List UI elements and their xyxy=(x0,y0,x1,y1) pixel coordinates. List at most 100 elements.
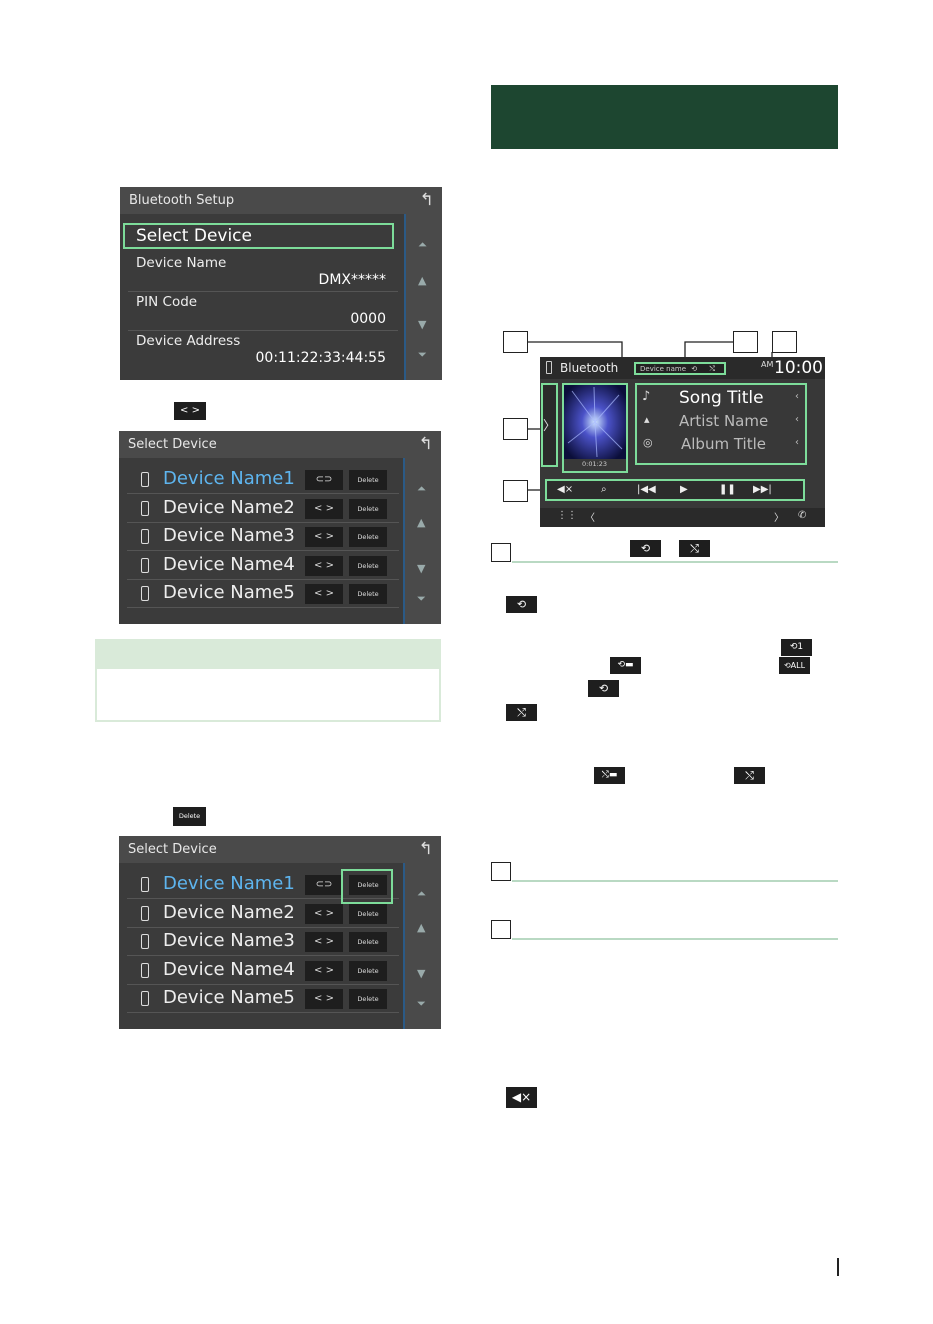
phone-icon xyxy=(141,500,149,516)
delete-button[interactable]: Delete xyxy=(349,903,387,924)
phone-icon xyxy=(141,557,149,573)
mute-icon[interactable]: ◀× xyxy=(557,484,573,495)
delete-button[interactable]: Delete xyxy=(349,584,387,604)
delete-button[interactable]: Delete xyxy=(349,470,387,490)
scrollbar[interactable]: ⏶ ▲ ▼ ⏷ xyxy=(403,458,441,624)
phone-icon xyxy=(141,529,149,544)
album-art-frame: 0:01:23 xyxy=(562,383,628,473)
scroll-bottom-icon[interactable]: ⏷ xyxy=(417,592,426,606)
page-number-rule xyxy=(837,1258,839,1276)
device-row[interactable]: Device Name4 < > Delete xyxy=(127,957,399,985)
device-chip-label: Device name xyxy=(640,365,687,373)
previous-icon[interactable]: |◀◀ xyxy=(637,484,656,495)
scroll-down-icon[interactable]: ▼ xyxy=(417,562,425,575)
connect-button[interactable]: < > xyxy=(305,989,343,1009)
phone-icon xyxy=(141,962,149,978)
scroll-bottom-icon[interactable]: ⏷ xyxy=(418,348,427,362)
back-icon[interactable]: ↰ xyxy=(420,191,434,209)
phone-icon xyxy=(141,472,149,487)
connected-icon[interactable]: ⊂⊃ xyxy=(305,470,343,490)
device-name[interactable]: Device Name5 xyxy=(163,987,295,1008)
search-icon[interactable]: ⌕ xyxy=(601,484,607,495)
delete-button[interactable]: Delete xyxy=(349,498,387,519)
pause-icon[interactable]: ❚❚ xyxy=(719,484,736,495)
pin-code-item[interactable]: PIN Code 0000 xyxy=(128,292,398,331)
device-row[interactable]: Device Name3 < > Delete xyxy=(127,928,399,956)
device-row[interactable]: Device Name5 < > Delete xyxy=(127,985,399,1013)
delete-button[interactable]: Delete xyxy=(349,527,387,547)
pin-code-label: PIN Code xyxy=(136,294,198,310)
device-row[interactable]: Device Name2 < > Delete xyxy=(127,495,399,523)
scroll-up-icon[interactable]: ▲ xyxy=(418,274,426,287)
grid-icon[interactable]: ⋮⋮ xyxy=(557,510,577,521)
device-name[interactable]: Device Name5 xyxy=(163,582,295,603)
device-name-item[interactable]: Device Name DMX***** xyxy=(128,253,398,292)
device-name[interactable]: Device Name4 xyxy=(163,959,295,980)
scroll-top-icon[interactable]: ⏶ xyxy=(418,238,427,252)
device-name-chip[interactable]: Device name ⟲ ⤭ xyxy=(634,362,726,375)
chevron-left-icon[interactable]: ‹ xyxy=(795,437,799,448)
connect-button[interactable]: < > xyxy=(305,932,343,952)
device-row[interactable]: Device Name1 ⊂⊃ Delete xyxy=(127,466,399,494)
phone-call-icon[interactable]: ✆ xyxy=(798,510,806,521)
connect-button[interactable]: < > xyxy=(305,498,343,519)
delete-button[interactable]: Delete xyxy=(349,932,387,952)
play-icon[interactable]: ▶ xyxy=(680,484,688,495)
connect-button[interactable]: < > xyxy=(305,555,343,576)
chevron-left-icon[interactable]: ‹ xyxy=(795,391,799,402)
scroll-bottom-icon[interactable]: ⏷ xyxy=(417,997,426,1011)
device-row[interactable]: Device Name5 < > Delete xyxy=(127,580,399,608)
back-icon[interactable]: ↰ xyxy=(419,435,433,453)
phone-icon xyxy=(546,361,552,374)
bottom-bar: ⋮⋮ 〈 〉 ✆ xyxy=(540,508,825,527)
scroll-top-icon[interactable]: ⏶ xyxy=(417,887,426,901)
device-row[interactable]: Device Name3 < > Delete xyxy=(127,523,399,551)
back-icon[interactable]: ↰ xyxy=(419,840,433,858)
album-art xyxy=(564,385,626,459)
shuffle-folder-icon: ⤭▬ xyxy=(594,767,625,784)
section-number-box-2 xyxy=(491,862,511,881)
device-address-label: Device Address xyxy=(136,333,241,349)
repeat-all-icon: ⟲ALL xyxy=(779,657,810,674)
track-info-box: Song Title Artist Name Album Title ♪ ▴ ◎… xyxy=(635,383,807,465)
repeat-one-icon: ⟲1 xyxy=(781,639,812,656)
delete-button[interactable]: Delete xyxy=(349,989,387,1009)
scroll-down-icon[interactable]: ▼ xyxy=(417,967,425,980)
device-name[interactable]: Device Name3 xyxy=(163,525,295,546)
chevron-right-icon[interactable]: 〉 xyxy=(774,509,784,524)
connect-button[interactable]: < > xyxy=(305,903,343,924)
device-name[interactable]: Device Name4 xyxy=(163,554,295,575)
device-row[interactable]: Device Name4 < > Delete xyxy=(127,552,399,580)
phone-icon xyxy=(141,905,149,921)
device-name[interactable]: Device Name3 xyxy=(163,930,295,951)
delete-button[interactable]: Delete xyxy=(349,960,387,981)
scrollbar[interactable]: ⏶ ▲ ▼ ⏷ xyxy=(404,214,442,380)
scroll-up-icon[interactable]: ▲ xyxy=(417,516,425,529)
scrollbar[interactable]: ⏶ ▲ ▼ ⏷ xyxy=(403,863,441,1029)
pin-code-value: 0000 xyxy=(350,311,386,327)
scroll-top-icon[interactable]: ⏶ xyxy=(417,482,426,496)
select-device-item[interactable]: Select Device xyxy=(123,223,394,249)
connect-button[interactable]: < > xyxy=(305,584,343,604)
next-icon[interactable]: ▶▶| xyxy=(753,484,772,495)
chevron-left-icon[interactable]: 〈 xyxy=(585,509,595,524)
device-name[interactable]: Device Name2 xyxy=(163,497,295,518)
chevron-left-icon[interactable]: ‹ xyxy=(795,414,799,425)
connect-button[interactable]: < > xyxy=(305,960,343,981)
device-name[interactable]: Device Name1 xyxy=(163,873,295,894)
device-name-label: Device Name xyxy=(136,255,227,271)
device-name[interactable]: Device Name2 xyxy=(163,902,295,923)
scroll-up-icon[interactable]: ▲ xyxy=(417,921,425,934)
delete-highlight xyxy=(341,869,393,904)
am-label: AM xyxy=(761,360,774,369)
connect-button[interactable]: < > xyxy=(305,527,343,547)
side-panel-handle[interactable]: 〉 xyxy=(541,383,558,467)
mute-icon: ◀× xyxy=(506,1087,537,1108)
section-number-box-3 xyxy=(491,920,511,939)
note-box xyxy=(95,639,441,722)
delete-button[interactable]: Delete xyxy=(349,555,387,576)
select-device-screen-1: Select Device ↰ Device Name1 ⊂⊃ Delete Devi… xyxy=(119,431,441,624)
scroll-down-icon[interactable]: ▼ xyxy=(418,318,426,331)
connected-icon[interactable]: ⊂⊃ xyxy=(305,875,343,895)
device-name[interactable]: Device Name1 xyxy=(163,468,295,489)
